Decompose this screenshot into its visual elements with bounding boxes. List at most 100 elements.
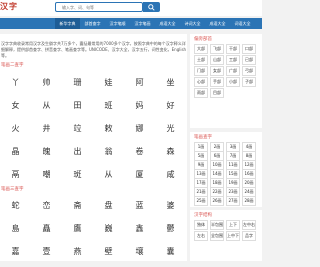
char-cell[interactable]: 斑	[63, 162, 92, 190]
structure-item[interactable]: 左中右	[242, 220, 256, 230]
nav-item-idioms[interactable]: 成语大全	[155, 18, 180, 29]
char-glyph: 峦	[42, 201, 51, 210]
radicals-item[interactable]: 门部	[194, 66, 208, 76]
char-glyph: 鬲	[11, 170, 20, 179]
char-glyph: 矗	[42, 224, 51, 233]
main-card: 汉字字典收录常用汉字及生僻字共7万多个，囊括最常用的7000多个汉字，按照字典中…	[0, 34, 187, 261]
char-glyph: 鷹	[73, 224, 82, 233]
char-cell[interactable]: 嘲	[32, 162, 61, 190]
radicals-item[interactable]: 大部	[194, 44, 208, 54]
char-glyph: 斑	[73, 170, 82, 179]
char-glyph: 帅	[42, 78, 51, 87]
radicals-item[interactable]: 飞部	[210, 44, 224, 54]
strokes-title: 笔画查字	[194, 135, 212, 140]
char-cell[interactable]: 咸	[156, 162, 185, 190]
char-grid-1: 丫帅珊娃阿坐女从田班妈好火井竝敕娜光晶魄出翁卷森鬲嘲斑从厦咸	[0, 70, 186, 212]
char-glyph: 盘	[104, 201, 113, 210]
char-glyph: 鑫	[135, 224, 144, 233]
char-glyph: 井	[42, 124, 51, 133]
char-cell[interactable]: 嘉	[1, 239, 30, 267]
radicals-item[interactable]: 手部	[210, 77, 224, 87]
char-cell[interactable]: 壁	[94, 239, 123, 267]
char-glyph: 敕	[104, 124, 113, 133]
strokes-item[interactable]: 27画	[226, 196, 240, 206]
structure-title: 汉字结构	[194, 213, 212, 218]
structure-item[interactable]: 上下	[226, 220, 240, 230]
char-cell[interactable]: 从	[94, 162, 123, 190]
radicals-item[interactable]: 小部	[226, 77, 240, 87]
char-glyph: 妈	[135, 101, 144, 110]
char-glyph: 出	[73, 147, 82, 156]
nav-item-radical[interactable]: 部首查字	[80, 18, 105, 29]
char-cell[interactable]: 燕	[63, 239, 92, 267]
radicals-item[interactable]: 广部	[226, 66, 240, 76]
char-cell[interactable]: 壤	[125, 239, 154, 267]
strokes-item[interactable]: 26画	[210, 196, 224, 206]
char-glyph: 珊	[73, 78, 82, 87]
search-box[interactable]	[55, 2, 143, 12]
char-glyph: 卷	[135, 147, 144, 156]
nav-item-strokes[interactable]: 汉字笔画	[130, 18, 155, 29]
radicals-item[interactable]: 山部	[210, 55, 224, 65]
char-glyph: 蛇	[11, 201, 20, 210]
radicals-item[interactable]: 工部	[226, 55, 240, 65]
radicals-item[interactable]: 目部	[210, 88, 224, 98]
radicals-item[interactable]: 心部	[194, 77, 208, 87]
char-glyph: 蓝	[135, 201, 144, 210]
char-glyph: 魄	[42, 147, 51, 156]
char-cell[interactable]: 厦	[125, 162, 154, 190]
char-glyph: 斋	[73, 201, 82, 210]
strokes-item[interactable]: 25画	[194, 196, 208, 206]
char-glyph: 火	[11, 124, 20, 133]
char-glyph: 田	[73, 101, 82, 110]
char-glyph: 光	[166, 124, 175, 133]
radicals-item[interactable]: 口部	[242, 44, 256, 54]
nav-item-words[interactable]: 词语大全	[230, 18, 255, 29]
radicals-item[interactable]: 已部	[242, 55, 256, 65]
char-glyph: 壁	[104, 247, 113, 256]
radicals-item[interactable]: 子部	[242, 77, 256, 87]
char-glyph: 厦	[135, 170, 144, 179]
nav-item-idioms-2[interactable]: 成语大全	[205, 18, 230, 29]
char-glyph: 鬱	[166, 224, 175, 233]
nav-item-stroke-order[interactable]: 汉字笔顺	[105, 18, 130, 29]
search-input[interactable]	[62, 4, 132, 10]
strokes-panel: 笔画查字 1画 2画 3画 4画 5画 6画 7画 8画 9画 10画 11画 12画 13画 14画 15…	[190, 132, 262, 207]
section-title-1: 笔画二查字	[1, 63, 24, 68]
nav-item-poems[interactable]: 诗词大全	[180, 18, 205, 29]
structure-item[interactable]: 品字	[242, 231, 256, 241]
structure-item[interactable]: 半包围	[210, 220, 224, 230]
char-grid-2: 蛇 峦 斋 盘 蓝 婆島 矗 鷹 巍 鑫 鬱嘉 壹 燕 壁 壤 囊	[0, 193, 186, 263]
structure-item[interactable]: 独体	[194, 220, 208, 230]
char-glyph: 丫	[11, 78, 20, 87]
radicals-item[interactable]: 弓部	[242, 66, 256, 76]
strokes-item[interactable]: 28画	[242, 196, 256, 206]
char-cell[interactable]: 囊	[156, 239, 185, 267]
structure-item[interactable]: 左右	[194, 231, 208, 241]
main-nav: 新华字典 部首查字 汉字笔顺 汉字笔画 成语大全 诗词大全 成语大全 词语大全	[0, 18, 262, 29]
char-glyph: 嘲	[42, 170, 51, 179]
char-glyph: 从	[104, 170, 113, 179]
search-button[interactable]	[143, 2, 160, 12]
section-title-2: 笔画三查字	[1, 187, 24, 192]
char-glyph: 阿	[135, 78, 144, 87]
char-glyph: 巍	[104, 224, 113, 233]
char-glyph: 娃	[104, 78, 113, 87]
nav-item-dictionary[interactable]: 新华字典	[55, 18, 80, 29]
radicals-panel: 偏旁部首 大部 飞部 干部 口部 土部 山部 工部 已部 门部 女部 广部 弓部 心部 手部 小部 子部 雨部目…	[190, 34, 262, 128]
char-cell[interactable]: 壹	[32, 239, 61, 267]
radicals-item[interactable]: 雨部	[194, 88, 208, 98]
radicals-item[interactable]: 女部	[210, 66, 224, 76]
structure-item[interactable]: 全包围	[210, 231, 224, 241]
char-glyph: 森	[166, 147, 175, 156]
char-glyph: 班	[104, 101, 113, 110]
char-glyph: 囊	[166, 247, 175, 256]
char-glyph: 女	[11, 101, 20, 110]
char-glyph: 从	[42, 101, 51, 110]
char-glyph: 坐	[166, 78, 175, 87]
char-glyph: 好	[166, 101, 175, 110]
structure-item[interactable]: 上中下	[226, 231, 240, 241]
radicals-item[interactable]: 土部	[194, 55, 208, 65]
site-logo[interactable]: 汉字网	[0, 1, 18, 11]
radicals-item[interactable]: 干部	[226, 44, 240, 54]
